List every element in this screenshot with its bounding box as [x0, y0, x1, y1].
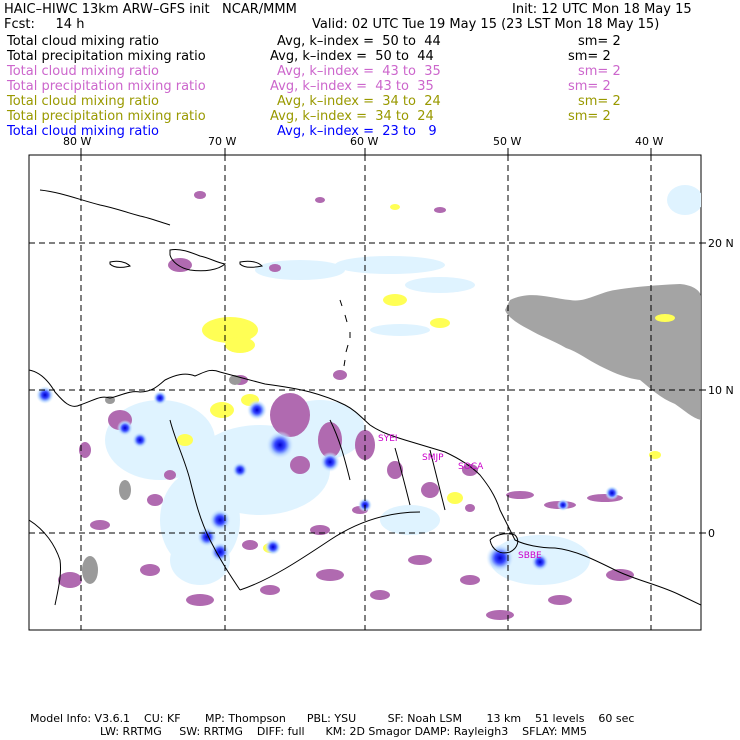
station-label: SBBE	[518, 551, 542, 561]
lon-label: 40 W	[635, 135, 663, 148]
forecast-map: SYEI SMJP SOCA SBBE 80 W 70 W 60 W 50 W …	[28, 135, 734, 631]
lat-label: 20 N	[708, 237, 734, 250]
lon-label: 80 W	[63, 135, 91, 148]
lat-label: 0	[708, 527, 715, 540]
model-info-line2: LW: RRTMG SW: RRTMG DIFF: full KM: 2D Sm…	[100, 725, 587, 738]
lon-label: 50 W	[493, 135, 521, 148]
lon-label: 70 W	[208, 135, 236, 148]
longitude-labels: 80 W 70 W 60 W 50 W 40 W	[63, 135, 663, 148]
station-label: SMJP	[422, 453, 444, 463]
lat-label: 10 N	[708, 384, 734, 397]
lon-label: 60 W	[350, 135, 378, 148]
station-label: SOCA	[458, 462, 484, 472]
model-info-line1: Model Info: V3.6.1 CU: KF MP: Thompson P…	[30, 712, 635, 725]
station-label: SYEI	[378, 434, 398, 444]
latitude-labels: 20 N 10 N 0	[708, 237, 734, 540]
